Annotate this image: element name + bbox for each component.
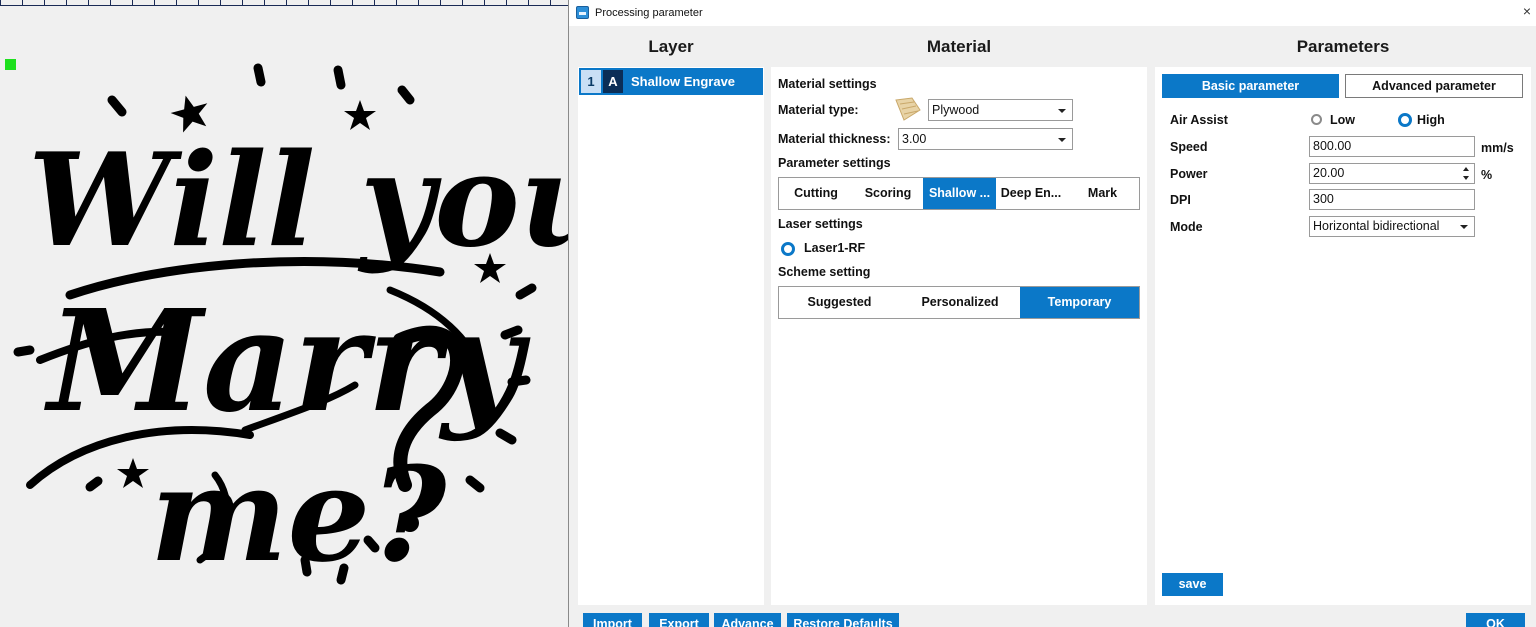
spinner-arrows-icon[interactable] [1463, 166, 1471, 181]
material-thickness-value: 3.00 [902, 132, 927, 146]
layer-number: 1 [581, 70, 601, 93]
laser1-rf-label: Laser1-RF [804, 241, 866, 255]
art-line-3: me? [150, 438, 448, 591]
restore-defaults-button[interactable]: Restore Defaults [787, 613, 899, 627]
chevron-down-icon [1058, 109, 1066, 113]
layer-mode-badge: A [603, 70, 623, 93]
close-icon[interactable]: × [1523, 3, 1531, 19]
process-tab-deep-engrave[interactable]: Deep En... [996, 178, 1066, 209]
dpi-input[interactable]: 300 [1309, 189, 1475, 210]
advanced-parameter-tab[interactable]: Advanced parameter [1345, 74, 1523, 98]
material-thickness-select[interactable]: 3.00 [898, 128, 1073, 150]
layer-row[interactable]: 1 A Shallow Engrave [579, 68, 763, 95]
parameter-settings-heading: Parameter settings [778, 156, 891, 170]
basic-parameter-tab[interactable]: Basic parameter [1162, 74, 1339, 98]
material-thickness-label: Material thickness: [778, 132, 891, 146]
air-assist-low-label: Low [1330, 113, 1355, 127]
advance-button[interactable]: Advance [714, 613, 781, 627]
lettering-artwork: Will you Marry me? [13, 63, 568, 591]
air-assist-label: Air Assist [1170, 113, 1228, 127]
mode-label: Mode [1170, 220, 1203, 234]
scheme-tab-personalized[interactable]: Personalized [900, 287, 1020, 318]
laser1-rf-radio[interactable] [781, 242, 795, 256]
mode-select[interactable]: Horizontal bidirectional [1309, 216, 1475, 237]
chevron-down-icon [1058, 138, 1066, 142]
air-assist-low-radio[interactable] [1311, 114, 1322, 125]
air-assist-high-label: High [1417, 113, 1445, 127]
process-tab-shallow-engrave[interactable]: Shallow ... [923, 178, 996, 209]
export-button[interactable]: Export [649, 613, 709, 627]
dpi-label: DPI [1170, 193, 1191, 207]
ok-button[interactable]: OK [1466, 613, 1525, 627]
layer-name: Shallow Engrave [631, 74, 736, 89]
material-settings-heading: Material settings [778, 77, 877, 91]
material-type-value: Plywood [932, 103, 980, 117]
process-tab-mark[interactable]: Mark [1066, 178, 1139, 209]
layer-column-title: Layer [648, 37, 694, 56]
dialog-title: Processing parameter [595, 7, 703, 19]
layer-list: 1 A Shallow Engrave [578, 67, 764, 605]
material-type-select[interactable]: Plywood [928, 99, 1073, 121]
scheme-tab-suggested[interactable]: Suggested [779, 287, 900, 318]
art-line-2: Marry [44, 280, 531, 444]
laser-settings-heading: Laser settings [778, 217, 863, 231]
scheme-tabs: Suggested Personalized Temporary [778, 286, 1140, 319]
design-canvas[interactable]: Will you Marry me? [0, 0, 568, 627]
process-tab-cutting[interactable]: Cutting [779, 178, 853, 209]
import-button[interactable]: Import [583, 613, 642, 627]
art-line-1: Will you [28, 126, 568, 276]
material-type-label: Material type: [778, 103, 859, 117]
power-value: 20.00 [1313, 166, 1345, 180]
power-input[interactable]: 20.00 [1309, 163, 1475, 184]
save-button[interactable]: save [1162, 573, 1223, 596]
scheme-setting-heading: Scheme setting [778, 265, 871, 279]
material-column-title: Material [926, 37, 992, 56]
plywood-icon [895, 97, 921, 121]
processing-parameter-dialog: Processing parameter × Layer Material Pa… [568, 0, 1536, 627]
chevron-down-icon [1460, 225, 1468, 229]
mode-value: Horizontal bidirectional [1313, 219, 1440, 233]
speed-label: Speed [1170, 140, 1208, 154]
power-unit: % [1481, 168, 1493, 182]
material-panel: Material settings Material type: Plywood… [771, 67, 1147, 605]
speed-unit: mm/s [1481, 141, 1514, 155]
speed-input[interactable]: 800.00 [1309, 136, 1475, 157]
top-ruler [0, 0, 568, 6]
air-assist-high-radio[interactable] [1398, 113, 1412, 127]
process-tab-scoring[interactable]: Scoring [853, 178, 923, 209]
power-label: Power [1170, 167, 1208, 181]
scheme-tab-temporary[interactable]: Temporary [1020, 287, 1139, 318]
app-icon [576, 6, 589, 19]
parameters-panel: Basic parameter Advanced parameter Air A… [1155, 67, 1531, 605]
parameters-column-title: Parameters [1296, 37, 1390, 56]
process-type-tabs: Cutting Scoring Shallow ... Deep En... M… [778, 177, 1140, 210]
dialog-titlebar: Processing parameter × [569, 0, 1536, 26]
